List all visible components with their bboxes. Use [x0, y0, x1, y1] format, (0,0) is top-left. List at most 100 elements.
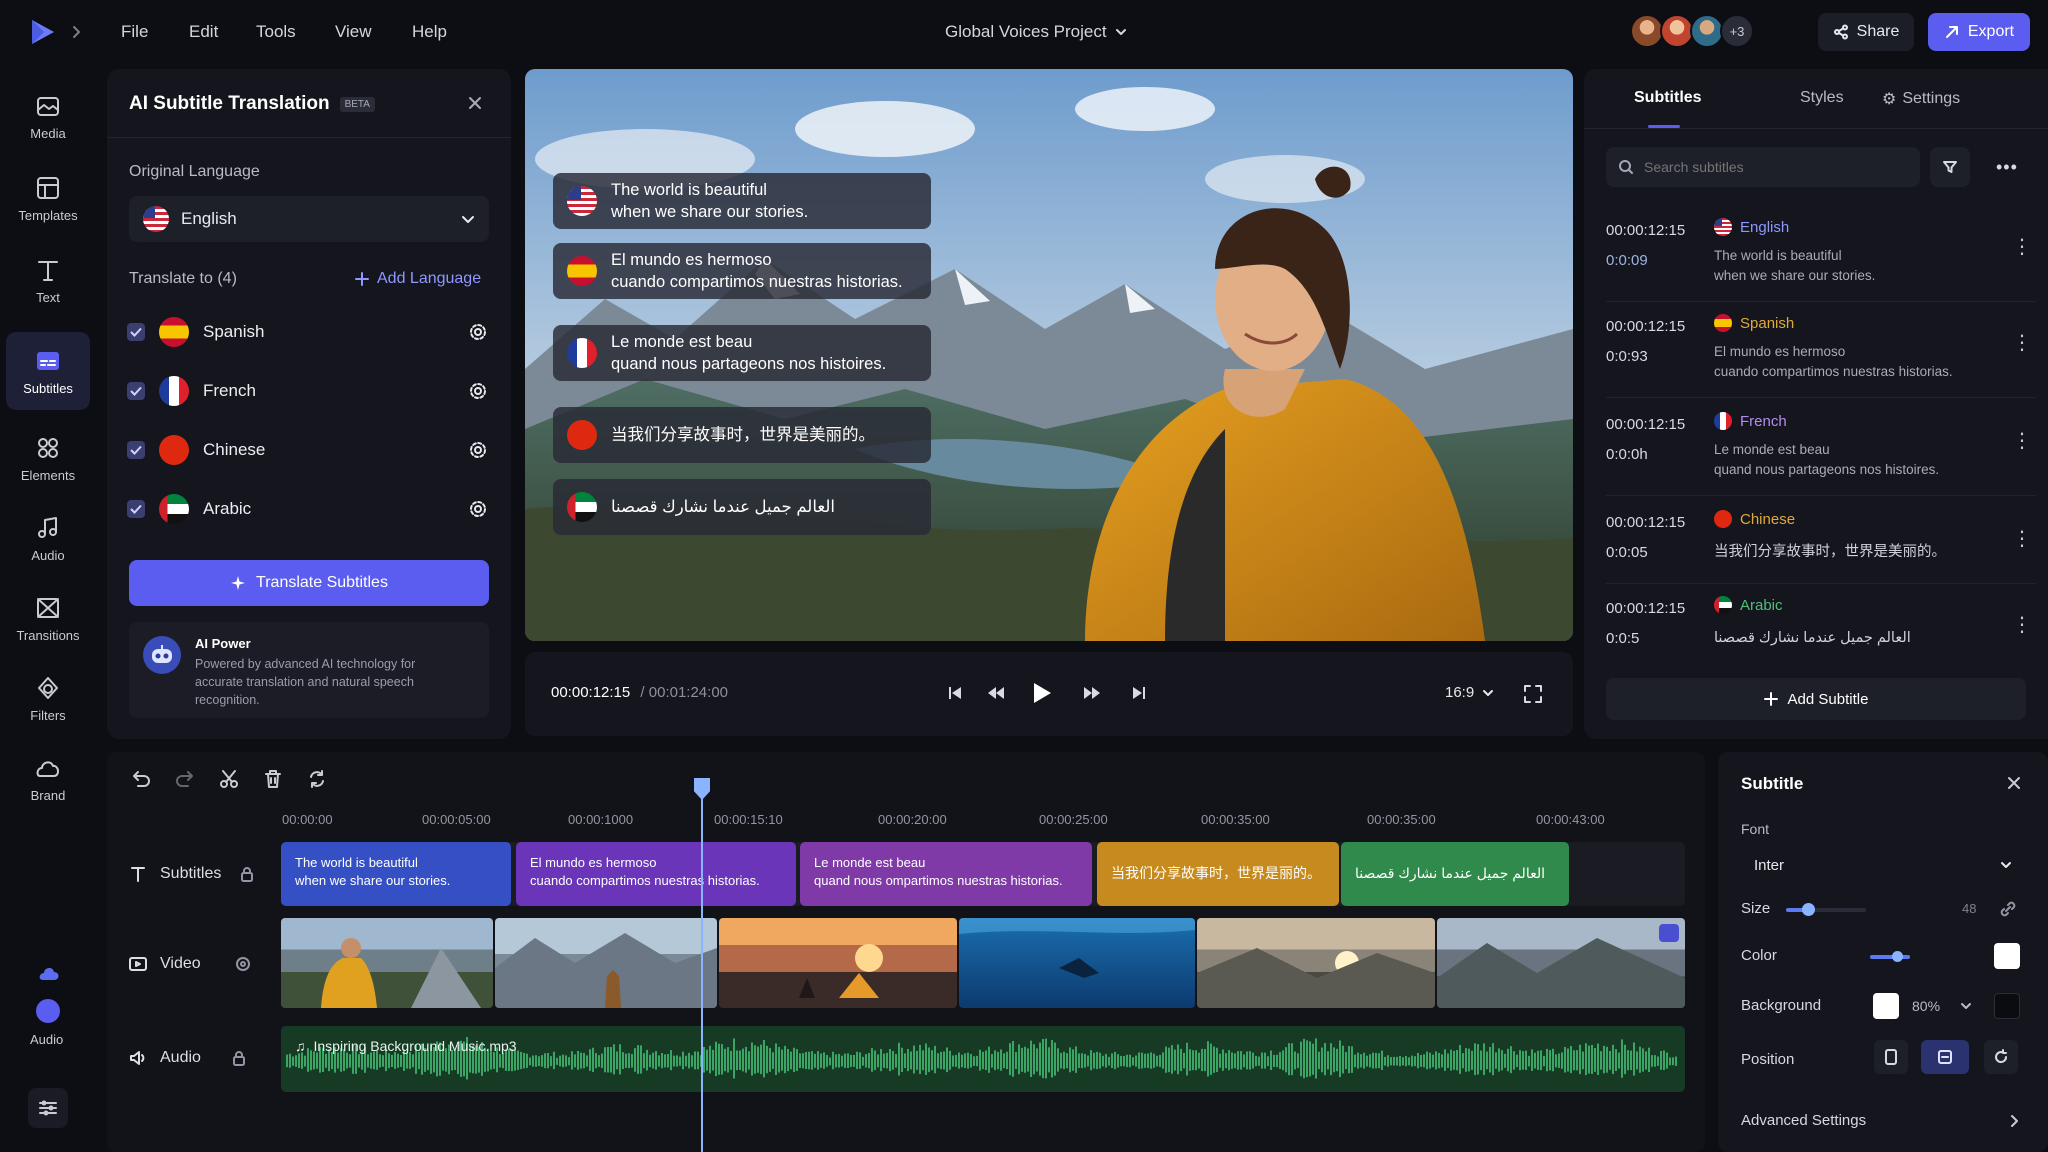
checkbox[interactable]	[127, 323, 145, 341]
kebab-menu-icon[interactable]: ⋮	[2012, 526, 2032, 551]
background-swatch[interactable]	[1873, 993, 1899, 1019]
collaborators-count[interactable]: +3	[1720, 14, 1754, 48]
chevron-right-icon[interactable]	[2010, 1114, 2020, 1128]
subtitle-entry-english[interactable]: 00:00:12:15 0:0:09 English The world is …	[1606, 208, 2036, 302]
cloud-icon[interactable]	[38, 964, 60, 982]
avatar[interactable]	[1660, 14, 1694, 48]
search-input[interactable]	[1644, 159, 1894, 175]
sidebar-item-subtitles[interactable]: Subtitles	[6, 332, 90, 410]
audio-clip[interactable]: ♫ Inspiring Background Music.mp3	[281, 1026, 1685, 1092]
project-title-dropdown[interactable]: Global Voices Project	[945, 22, 1127, 42]
close-icon[interactable]	[2006, 775, 2022, 791]
subtitle-entry-spanish[interactable]: 00:00:12:15 0:0:93 Spanish El mundo es h…	[1606, 304, 2036, 398]
kebab-menu-icon[interactable]: ⋮	[2012, 234, 2032, 259]
checkbox[interactable]	[127, 382, 145, 400]
color-swatch[interactable]	[1994, 943, 2020, 969]
subtitle-clip[interactable]: العالم جميل عندما نشارك قصصنا	[1341, 842, 1569, 906]
video-clip[interactable]	[1437, 918, 1685, 1008]
position-center-button[interactable]	[1921, 1040, 1969, 1074]
chevron-right-icon[interactable]	[72, 25, 82, 39]
aspect-ratio-select[interactable]: 16:9	[1445, 684, 1494, 701]
menu-file[interactable]: File	[121, 22, 148, 42]
sidebar-item-brand[interactable]: Brand	[6, 742, 90, 814]
video-clip[interactable]	[281, 918, 493, 1008]
menu-edit[interactable]: Edit	[189, 22, 218, 42]
subtitle-clip[interactable]: El mundo es hermoso cuando compartimos nu…	[516, 842, 796, 906]
fullscreen-icon[interactable]	[1523, 684, 1543, 704]
original-language-select[interactable]: English	[129, 196, 489, 242]
checkbox[interactable]	[127, 441, 145, 459]
replace-icon[interactable]	[306, 768, 328, 790]
kebab-menu-icon[interactable]: ⋮	[2012, 428, 2032, 453]
tab-subtitles[interactable]: Subtitles	[1634, 89, 1702, 107]
rewind-icon[interactable]	[987, 685, 1005, 701]
gear-icon[interactable]	[469, 500, 487, 518]
subtitle-overlay-arabic[interactable]: العالم جميل عندما نشارك قصصنا	[553, 479, 931, 535]
size-slider[interactable]	[1786, 903, 1866, 916]
kebab-menu-icon[interactable]: ⋮	[2012, 612, 2032, 637]
export-button[interactable]: Export	[1928, 13, 2030, 51]
gear-icon[interactable]	[469, 382, 487, 400]
video-clip[interactable]	[495, 918, 717, 1008]
subtitle-overlay-spanish[interactable]: El mundo es hermoso cuando compartimos nu…	[553, 243, 931, 299]
undo-icon[interactable]	[130, 768, 152, 790]
tab-styles[interactable]: Styles	[1800, 89, 1844, 107]
gear-icon[interactable]	[469, 323, 487, 341]
video-clip[interactable]	[1197, 918, 1435, 1008]
advanced-settings-link[interactable]: Advanced Settings	[1741, 1112, 1866, 1129]
settings-sliders-icon[interactable]	[28, 1088, 68, 1128]
add-subtitle-button[interactable]: Add Subtitle	[1606, 678, 2026, 720]
trash-icon[interactable]	[262, 768, 284, 790]
sidebar-item-media[interactable]: Media	[6, 80, 90, 152]
position-rotate-button[interactable]	[1984, 1040, 2018, 1074]
sidebar-item-elements[interactable]: Elements	[6, 422, 90, 494]
lock-icon[interactable]	[239, 866, 255, 882]
subtitle-entry-french[interactable]: 00:00:12:15 0:0:0h French Le monde est b…	[1606, 402, 2036, 496]
subtitle-clip[interactable]: The world is beautiful when we share our …	[281, 842, 511, 906]
translate-subtitles-button[interactable]: Translate Subtitles	[129, 560, 489, 606]
kebab-menu-icon[interactable]: ⋮	[2012, 330, 2032, 355]
background-opacity[interactable]: 80%	[1912, 998, 1940, 1014]
subtitle-clip[interactable]: 当我们分享故事时，世界是丽的。	[1097, 842, 1339, 906]
scissors-icon[interactable]	[218, 768, 240, 790]
video-clip[interactable]	[719, 918, 957, 1008]
search-field[interactable]	[1606, 147, 1920, 187]
subtitle-overlay-french[interactable]: Le monde est beau quand nous partageons n…	[553, 325, 931, 381]
lock-icon[interactable]	[231, 1050, 247, 1066]
skip-end-icon[interactable]	[1131, 685, 1147, 701]
subtitle-entry-chinese[interactable]: 00:00:12:15 0:0:05 Chinese 当我们分享故事时，世界是美…	[1606, 500, 2036, 584]
share-button[interactable]: Share	[1818, 13, 1914, 51]
font-select[interactable]: Inter	[1741, 848, 2025, 882]
eye-icon[interactable]	[235, 956, 251, 972]
subtitle-clip[interactable]: Le monde est beau quand nous ompartimos n…	[800, 842, 1092, 906]
checkbox[interactable]	[127, 500, 145, 518]
link-icon[interactable]	[2000, 901, 2016, 917]
redo-icon[interactable]	[174, 768, 196, 790]
menu-tools[interactable]: Tools	[256, 22, 296, 42]
avatar[interactable]	[1690, 14, 1724, 48]
add-language-button[interactable]: Add Language	[355, 270, 481, 288]
gear-icon[interactable]	[469, 441, 487, 459]
position-top-button[interactable]	[1874, 1040, 1908, 1074]
app-logo-icon[interactable]	[26, 16, 58, 48]
video-preview[interactable]: The world is beautiful when we share our …	[525, 69, 1573, 641]
skip-start-icon[interactable]	[947, 685, 963, 701]
subtitle-overlay-english[interactable]: The world is beautiful when we share our …	[553, 173, 931, 229]
video-clip[interactable]	[959, 918, 1195, 1008]
sidebar-item-audio[interactable]: Audio	[6, 502, 90, 574]
filter-button[interactable]	[1930, 147, 1970, 187]
play-icon[interactable]	[1031, 681, 1053, 705]
sidebar-item-templates[interactable]: Templates	[6, 162, 90, 234]
more-options-icon[interactable]: •••	[1996, 157, 2018, 178]
sidebar-item-transitions[interactable]: Transitions	[6, 582, 90, 654]
audio-avatar-icon[interactable]	[36, 999, 60, 1023]
background-color-swatch[interactable]	[1994, 993, 2020, 1019]
subtitle-overlay-chinese[interactable]: 当我们分享故事时，世界是美丽的。	[553, 407, 931, 463]
avatar[interactable]	[1630, 14, 1664, 48]
tab-settings[interactable]: ⚙ Settings	[1882, 89, 1960, 109]
sidebar-item-filters[interactable]: Filters	[6, 662, 90, 734]
fast-forward-icon[interactable]	[1083, 685, 1101, 701]
menu-view[interactable]: View	[335, 22, 372, 42]
sidebar-item-text[interactable]: Text	[6, 244, 90, 316]
playhead[interactable]	[701, 778, 703, 1152]
